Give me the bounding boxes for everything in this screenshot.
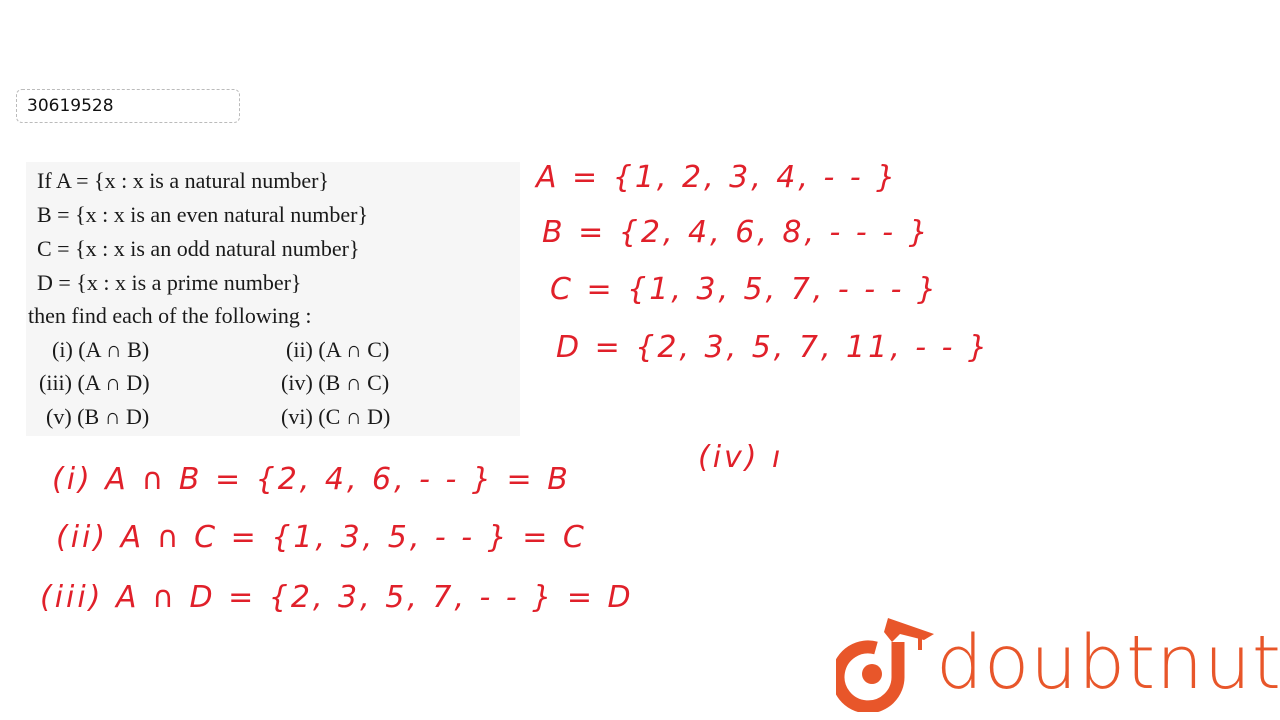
handwritten-answer-ii: (ii) A ∩ C = {1, 3, 5, - - } = C	[56, 520, 587, 555]
question-line: D = {x : x is a prime number}	[37, 270, 302, 295]
option-iv: (iv) (B ∩ C)	[281, 370, 390, 395]
question-line: then find each of the following :	[28, 303, 312, 328]
question-line: C = {x : x is an odd natural number}	[37, 236, 360, 261]
handwritten-answer-iii: (iii) A ∩ D = {2, 3, 5, 7, - - } = D	[40, 580, 634, 615]
handwritten-set-c: C = {1, 3, 5, 7, - - - }	[550, 272, 940, 307]
option-vi: (vi) (C ∩ D)	[281, 404, 391, 429]
handwritten-partial-iv: (iv) ı	[698, 440, 784, 475]
handwritten-set-d: D = {2, 3, 5, 7, 11, - - }	[556, 330, 991, 365]
option-iii: (iii) (A ∩ D)	[39, 370, 150, 395]
question-id: 30619528	[16, 89, 240, 123]
doubtnut-logo-icon	[831, 618, 934, 714]
logo-wordmark: doubtnut	[936, 620, 1280, 706]
option-v: (v) (B ∩ D)	[46, 404, 150, 429]
question-line: B = {x : x is an even natural number}	[37, 202, 369, 227]
question-image: If A = {x : x is a natural number} B = {…	[26, 162, 520, 436]
option-ii: (ii) (A ∩ C)	[286, 337, 390, 362]
doubtnut-logo: doubtnut	[831, 612, 1280, 714]
question-line: If A = {x : x is a natural number}	[37, 168, 329, 193]
handwritten-set-a: A = {1, 2, 3, 4, - - }	[536, 160, 899, 195]
handwritten-set-b: B = {2, 4, 6, 8, - - - }	[542, 215, 931, 250]
handwritten-answer-i: (i) A ∩ B = {2, 4, 6, - - } = B	[52, 462, 571, 497]
option-i: (i) (A ∩ B)	[52, 337, 150, 362]
